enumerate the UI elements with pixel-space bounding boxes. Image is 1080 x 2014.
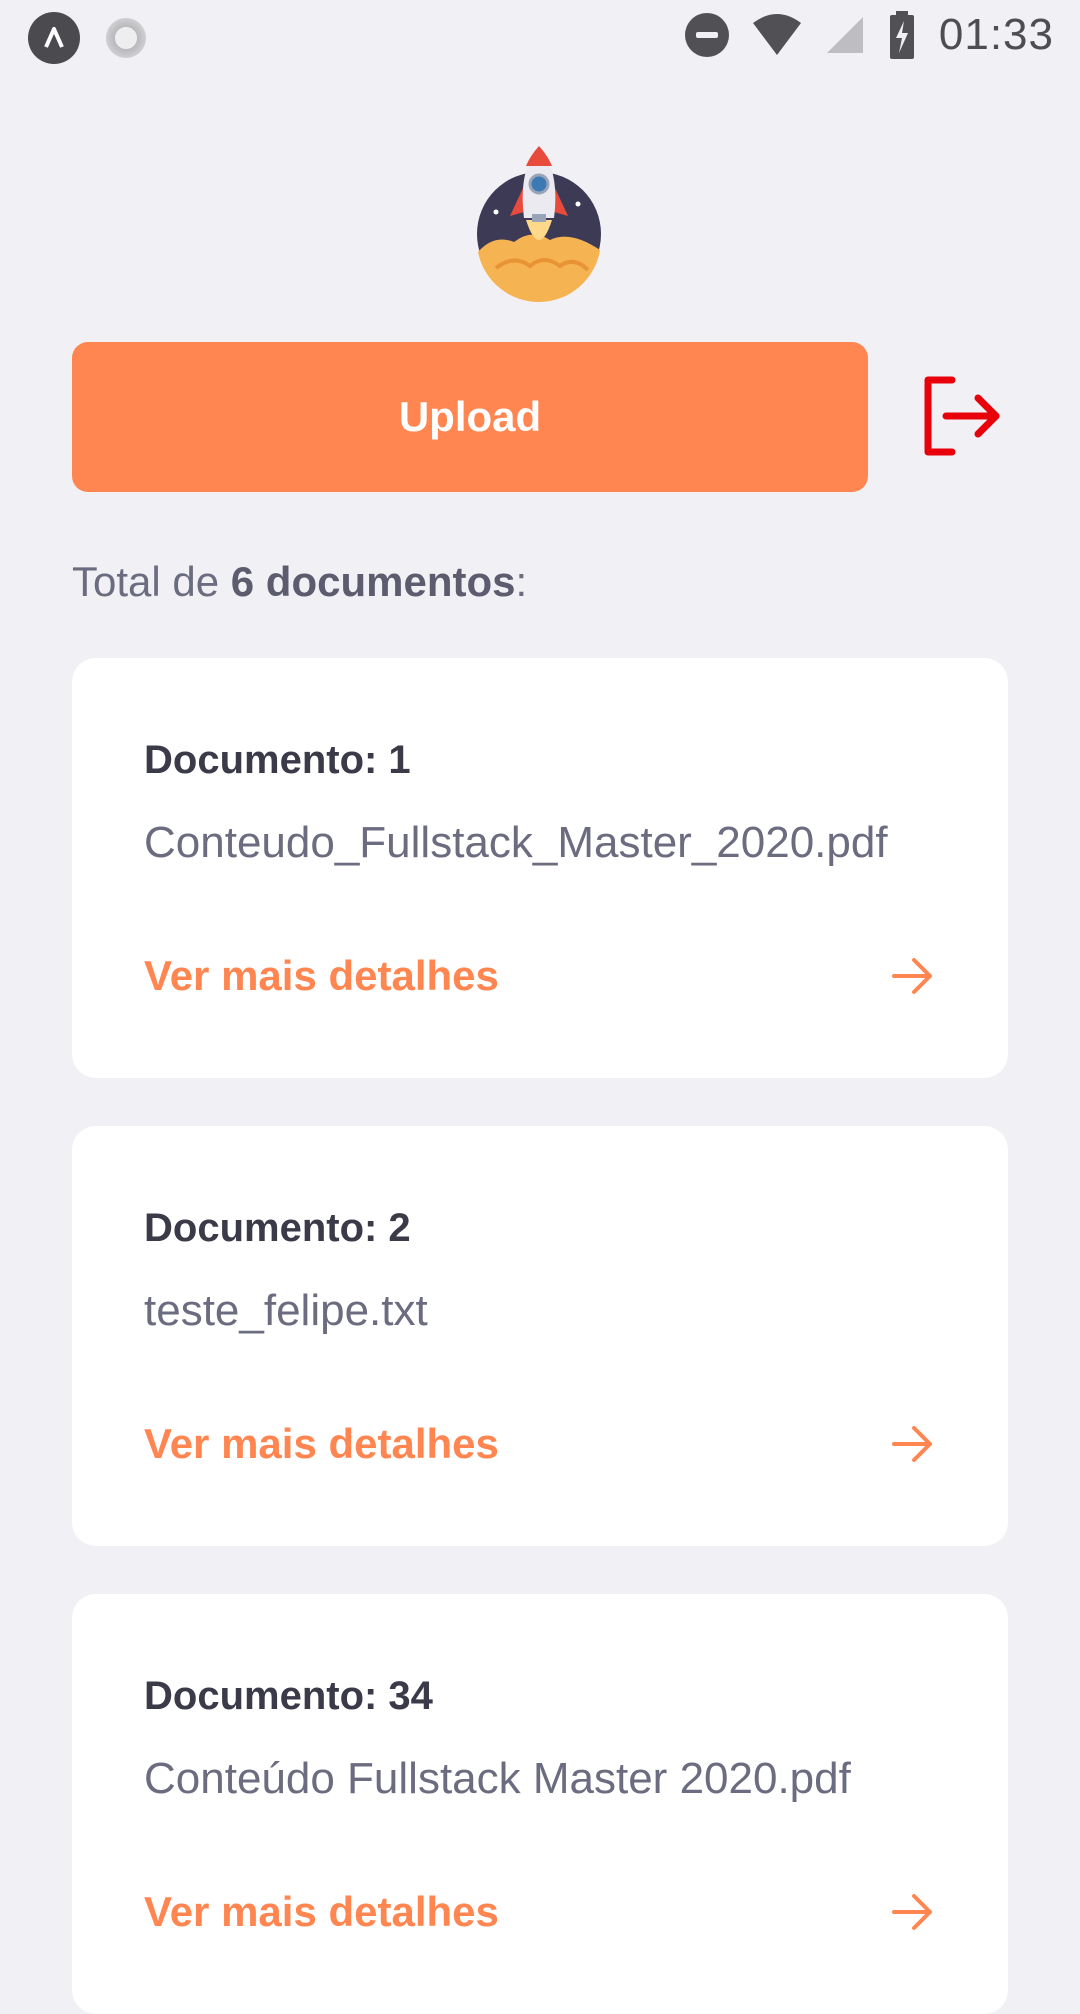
- upload-button[interactable]: Upload: [72, 342, 868, 492]
- cell-signal-icon: [826, 17, 863, 53]
- rocket-logo-icon: [477, 146, 601, 302]
- details-link-label: Ver mais detalhes: [144, 1888, 499, 1935]
- total-suffix: :: [515, 558, 528, 605]
- total-prefix: Total de: [72, 558, 231, 605]
- logout-icon[interactable]: [918, 372, 1006, 460]
- document-title: Documento: 2: [144, 1206, 411, 1250]
- document-card: Documento: 2 teste_felipe.txt Ver mais d…: [72, 1126, 1008, 1546]
- wifi-icon: [752, 14, 801, 55]
- details-link[interactable]: Ver mais detalhes: [144, 952, 936, 1000]
- total-count: 6 documentos: [230, 558, 516, 605]
- sync-icon: [106, 18, 146, 58]
- documents-total: Total de 6 documentos:: [72, 558, 527, 606]
- details-link[interactable]: Ver mais detalhes: [144, 1888, 936, 1936]
- status-bar: 01:33: [0, 0, 1080, 74]
- document-filename: teste_felipe.txt: [144, 1286, 428, 1335]
- arrow-right-icon: [892, 1894, 932, 1930]
- arrow-right-icon: [892, 958, 932, 994]
- document-card: Documento: 34 Conteúdo Fullstack Master …: [72, 1594, 1008, 2014]
- details-link[interactable]: Ver mais detalhes: [144, 1420, 936, 1468]
- do-not-disturb-icon: [684, 13, 729, 57]
- document-filename: Conteúdo Fullstack Master 2020.pdf: [144, 1754, 851, 1803]
- document-card: Documento: 1 Conteudo_Fullstack_Master_2…: [72, 658, 1008, 1078]
- battery-charging-icon: [889, 11, 914, 59]
- arrow-right-icon: [892, 1426, 932, 1462]
- details-link-label: Ver mais detalhes: [144, 1420, 499, 1467]
- clock: 01:33: [938, 10, 1054, 59]
- details-link-label: Ver mais detalhes: [144, 952, 499, 999]
- document-filename: Conteudo_Fullstack_Master_2020.pdf: [144, 818, 888, 867]
- app-notification-icon: [28, 12, 80, 64]
- document-title: Documento: 1: [144, 738, 411, 782]
- document-title: Documento: 34: [144, 1674, 433, 1718]
